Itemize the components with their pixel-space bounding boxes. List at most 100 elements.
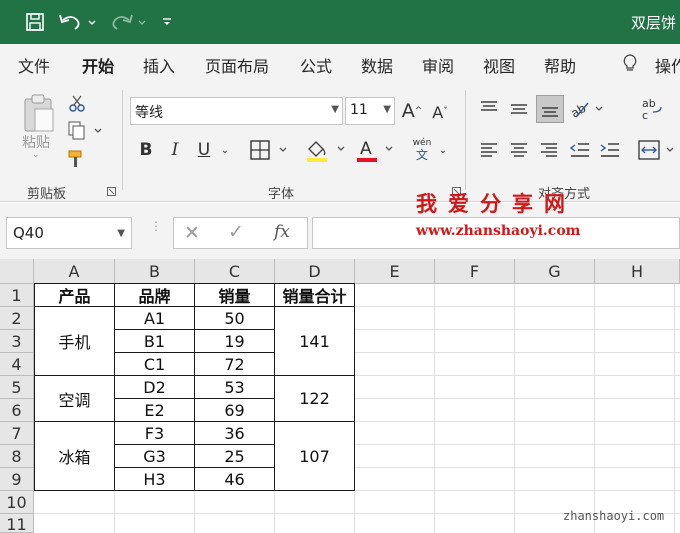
- clipboard-launcher-icon[interactable]: [106, 186, 116, 196]
- merge-center-icon[interactable]: [636, 136, 680, 164]
- total-cell[interactable]: 122: [274, 375, 355, 422]
- tab-insert[interactable]: 插入: [143, 53, 175, 77]
- align-right-icon[interactable]: [538, 139, 560, 161]
- select-all-corner[interactable]: [0, 259, 34, 284]
- row-header-7[interactable]: 7: [0, 422, 34, 445]
- underline-button[interactable]: U: [194, 138, 214, 162]
- save-icon[interactable]: [22, 10, 48, 34]
- align-left-icon[interactable]: [478, 139, 500, 161]
- grow-font-icon[interactable]: A ^: [400, 98, 424, 124]
- brand-cell[interactable]: G3: [114, 444, 195, 468]
- lightbulb-icon[interactable]: [620, 52, 640, 74]
- wrap-text-icon[interactable]: ab c: [640, 96, 666, 122]
- phonetic-guide-icon[interactable]: wén 文: [410, 138, 434, 166]
- tab-formulas[interactable]: 公式: [300, 53, 332, 77]
- table-header-cell[interactable]: 品牌: [114, 283, 195, 307]
- format-painter-icon[interactable]: [66, 148, 88, 170]
- column-header-h[interactable]: H: [595, 259, 680, 284]
- fill-color-icon[interactable]: [304, 136, 350, 164]
- increase-indent-icon[interactable]: [598, 139, 622, 161]
- align-top-icon[interactable]: [478, 98, 500, 120]
- tell-me-label[interactable]: 操作: [655, 53, 680, 77]
- brand-cell[interactable]: B1: [114, 329, 195, 353]
- brand-cell[interactable]: D2: [114, 375, 195, 399]
- decrease-indent-icon[interactable]: [568, 139, 592, 161]
- table-header-cell[interactable]: 销量: [194, 283, 275, 307]
- column-header-e[interactable]: E: [355, 259, 435, 284]
- redo-icon[interactable]: [106, 10, 150, 34]
- column-header-g[interactable]: G: [515, 259, 595, 284]
- sales-cell[interactable]: 50: [194, 306, 275, 330]
- align-middle-icon[interactable]: [508, 98, 530, 120]
- enter-icon[interactable]: ✓: [228, 221, 244, 243]
- tab-view[interactable]: 视图: [483, 53, 515, 77]
- row-header-2[interactable]: 2: [0, 307, 34, 330]
- drag-handle-icon[interactable]: ⋮: [150, 220, 162, 243]
- gridline: [514, 284, 515, 533]
- paste-dropdown-icon[interactable]: ⌄: [32, 150, 40, 160]
- cancel-icon[interactable]: ✕: [184, 222, 200, 244]
- column-header-f[interactable]: F: [435, 259, 515, 284]
- align-bottom-icon[interactable]: [536, 95, 564, 123]
- font-color-icon[interactable]: A: [354, 136, 400, 164]
- gridline: [674, 284, 675, 533]
- column-header-c[interactable]: C: [195, 259, 275, 284]
- brand-cell[interactable]: F3: [114, 421, 195, 445]
- row-header-11[interactable]: 11: [0, 514, 34, 533]
- sales-cell[interactable]: 46: [194, 467, 275, 491]
- align-center-icon[interactable]: [508, 139, 530, 161]
- copy-icon[interactable]: [66, 120, 106, 142]
- sales-cell[interactable]: 36: [194, 421, 275, 445]
- row-header-1[interactable]: 1: [0, 284, 34, 307]
- italic-button[interactable]: I: [165, 138, 185, 162]
- row-header-5[interactable]: 5: [0, 376, 34, 399]
- orientation-icon[interactable]: ab: [569, 96, 607, 122]
- brand-cell[interactable]: E2: [114, 398, 195, 422]
- total-cell[interactable]: 107: [274, 421, 355, 491]
- shrink-font-icon[interactable]: Aˇ: [428, 100, 452, 124]
- column-header-a[interactable]: A: [34, 259, 115, 284]
- table-header-cell[interactable]: 产品: [34, 283, 115, 307]
- font-size-dropdown[interactable]: 11 ▼: [345, 97, 395, 125]
- row-header-6[interactable]: 6: [0, 399, 34, 422]
- brand-cell[interactable]: H3: [114, 467, 195, 491]
- tab-page-layout[interactable]: 页面布局: [205, 53, 269, 77]
- tab-help[interactable]: 帮助: [544, 53, 576, 77]
- ribbon-tabs: 文件 开始 插入 页面布局 公式 数据 审阅 视图 帮助 操作: [0, 44, 680, 84]
- name-box[interactable]: Q40 ▼: [6, 217, 132, 249]
- tab-review[interactable]: 审阅: [422, 53, 454, 77]
- row-header-3[interactable]: 3: [0, 330, 34, 353]
- sales-cell[interactable]: 19: [194, 329, 275, 353]
- insert-function-button[interactable]: fx: [274, 222, 290, 242]
- tab-file[interactable]: 文件: [18, 53, 50, 77]
- chevron-down-icon[interactable]: ⌄: [218, 140, 232, 160]
- chevron-down-icon[interactable]: ⌄: [436, 140, 450, 160]
- tab-data[interactable]: 数据: [361, 53, 393, 77]
- table-header-cell[interactable]: 销量合计: [274, 283, 355, 307]
- product-cell[interactable]: 冰箱: [34, 421, 115, 491]
- cut-icon[interactable]: [66, 92, 88, 114]
- product-cell[interactable]: 空调: [34, 375, 115, 422]
- paste-button-label[interactable]: 粘贴: [22, 132, 50, 152]
- product-cell[interactable]: 手机: [34, 306, 115, 376]
- row-header-10[interactable]: 10: [0, 491, 34, 514]
- brand-cell[interactable]: C1: [114, 352, 195, 376]
- customize-toolbar-icon[interactable]: [158, 10, 176, 34]
- paste-icon[interactable]: [20, 92, 56, 134]
- column-header-b[interactable]: B: [115, 259, 195, 284]
- sales-cell[interactable]: 69: [194, 398, 275, 422]
- total-cell[interactable]: 141: [274, 306, 355, 376]
- brand-cell[interactable]: A1: [114, 306, 195, 330]
- undo-icon[interactable]: [56, 10, 100, 34]
- column-header-d[interactable]: D: [275, 259, 355, 284]
- bold-button[interactable]: B: [136, 138, 156, 162]
- row-header-4[interactable]: 4: [0, 353, 34, 376]
- sales-cell[interactable]: 72: [194, 352, 275, 376]
- tab-home[interactable]: 开始: [82, 53, 114, 77]
- row-header-8[interactable]: 8: [0, 445, 34, 468]
- sales-cell[interactable]: 53: [194, 375, 275, 399]
- sales-cell[interactable]: 25: [194, 444, 275, 468]
- borders-icon[interactable]: [248, 138, 292, 162]
- row-header-9[interactable]: 9: [0, 468, 34, 491]
- font-name-dropdown[interactable]: 等线 ▼: [130, 97, 343, 125]
